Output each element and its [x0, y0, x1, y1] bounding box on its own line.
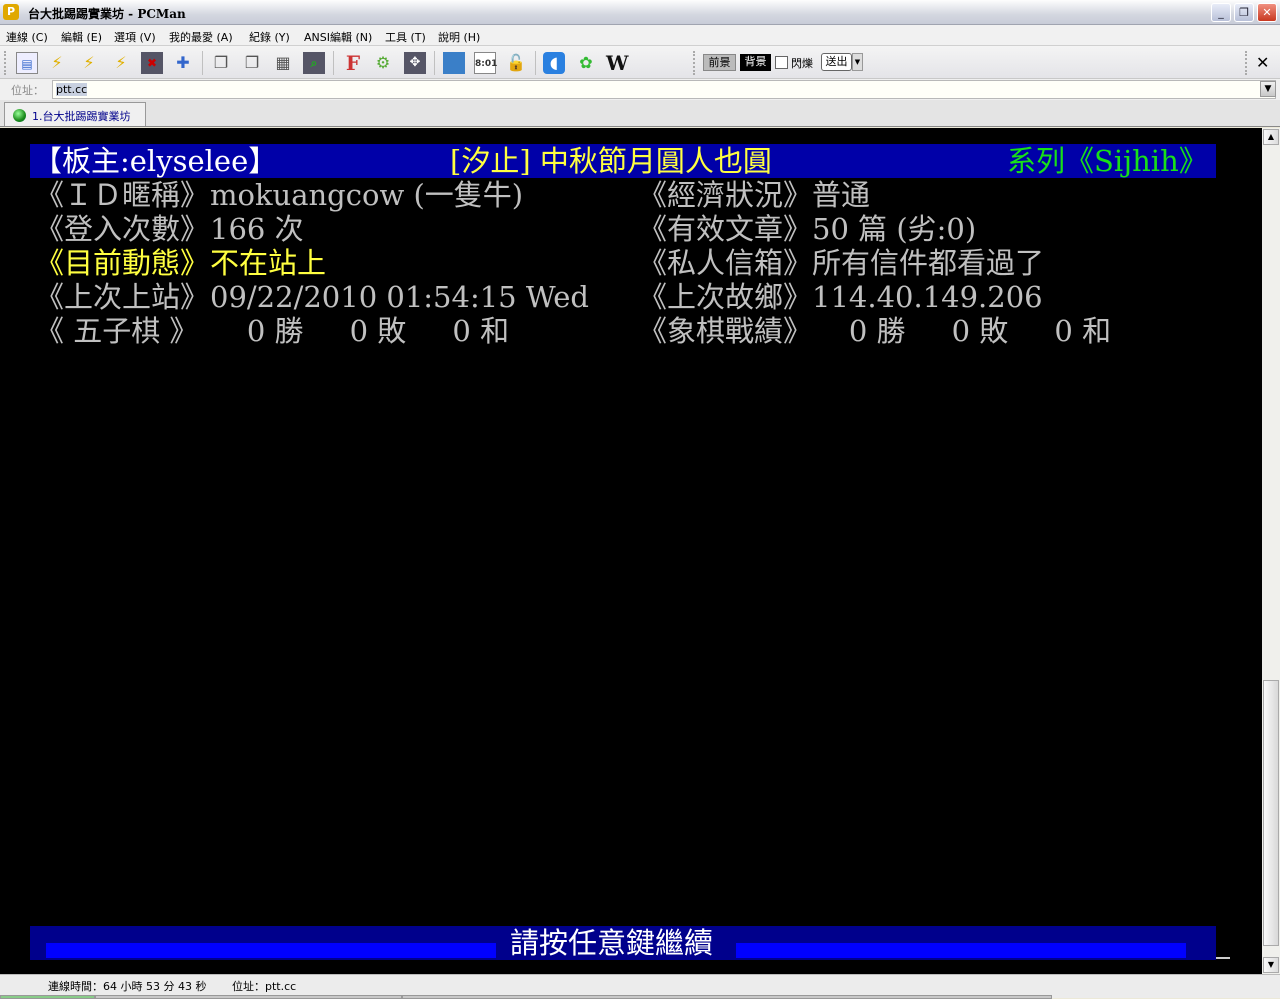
- row-value: 50 篇 (劣:0): [812, 212, 977, 246]
- close-connection-icon[interactable]: ✖: [141, 52, 163, 74]
- moderator-label: 【板主:elyselee】: [33, 144, 278, 178]
- row-value: 114.40.149.206: [812, 280, 1043, 314]
- toolbar-grip[interactable]: [1245, 51, 1247, 75]
- restore-button[interactable]: ❐: [1234, 3, 1254, 22]
- menu-log[interactable]: 紀錄 (Y): [249, 29, 290, 45]
- status-panel: [95, 995, 402, 999]
- search-icon[interactable]: ⌕: [303, 52, 325, 74]
- row-label: 《有效文章》: [638, 212, 813, 246]
- send-button[interactable]: 送出: [821, 53, 852, 71]
- address-input[interactable]: ptt.cc: [52, 80, 1276, 99]
- row-value: 0 勝 0 敗 0 和: [210, 314, 510, 348]
- paste-icon[interactable]: ▦: [272, 52, 294, 74]
- blink-label: 閃爍: [791, 57, 813, 70]
- font-icon[interactable]: F: [342, 52, 364, 74]
- row-label: 《上次故鄉》: [638, 280, 813, 314]
- scroll-up-icon[interactable]: ▲: [1263, 129, 1279, 145]
- status-panel: [0, 995, 95, 999]
- address-dropdown-icon[interactable]: ▼: [1260, 81, 1276, 97]
- clover-icon[interactable]: ✿: [575, 52, 597, 74]
- copy-icon[interactable]: ❐: [210, 52, 232, 74]
- connect-icon[interactable]: ⚡: [46, 52, 68, 74]
- row-label: 《目前動態》: [35, 246, 210, 280]
- row-label: 《經濟狀況》: [638, 178, 813, 212]
- footer-right-bar: [736, 943, 1186, 958]
- menu-help[interactable]: 說明 (H): [438, 29, 480, 45]
- tab-label: 1.台大批踢踢實業坊: [32, 110, 131, 123]
- row-value: 0 勝 0 敗 0 和: [812, 314, 1112, 348]
- window-title: 台大批踢踢實業坊 - PCMan: [28, 7, 186, 21]
- minimize-button[interactable]: _: [1211, 3, 1231, 22]
- menu-bar: 連線 (C) 編輯 (E) 選項 (V) 我的最愛 (A) 紀錄 (Y) ANS…: [0, 25, 1280, 46]
- row-value: 普通: [812, 178, 871, 212]
- add-favorite-icon[interactable]: ✚: [172, 52, 194, 74]
- menu-connect[interactable]: 連線 (C): [6, 29, 48, 45]
- status-bar: 連線時間：64 小時 53 分 43 秒 位址：ptt.cc: [0, 974, 1280, 999]
- blink-checkbox[interactable]: [775, 56, 788, 69]
- ansi-code-icon[interactable]: 8:01: [474, 52, 497, 74]
- row-label: 《上次上站》: [35, 280, 210, 314]
- address-label: 位址：: [11, 84, 44, 97]
- row-label: 《私人信箱》: [638, 246, 813, 280]
- toolbar-grip[interactable]: [693, 51, 695, 75]
- close-tab-button[interactable]: ✕: [1256, 53, 1269, 72]
- title-bar: P 台大批踢踢實業坊 - PCMan _ ❐ ✕: [0, 0, 1280, 25]
- board-series: 系列《Sijhih》: [1007, 144, 1208, 178]
- copy-ansi-icon[interactable]: ❐: [241, 52, 263, 74]
- row-label: 《登入次數》: [35, 212, 210, 246]
- menu-tools[interactable]: 工具 (T): [385, 29, 426, 45]
- pcman-icon: P: [3, 4, 19, 20]
- row-value: 166 次: [210, 212, 304, 246]
- row-value: 所有信件都看過了: [812, 246, 1045, 280]
- menu-ansi-edit[interactable]: ANSI編輯 (N): [304, 29, 372, 45]
- row-value: 不在站上: [210, 246, 327, 280]
- menu-favorites[interactable]: 我的最愛 (A): [169, 29, 233, 45]
- send-dropdown-icon[interactable]: ▼: [852, 53, 863, 71]
- connection-time: 連線時間：64 小時 53 分 43 秒: [48, 980, 207, 993]
- menu-options[interactable]: 選項 (V): [114, 29, 156, 45]
- connected-status-icon: [13, 109, 26, 122]
- menu-edit[interactable]: 編輯 (E): [61, 29, 102, 45]
- reconnect-icon[interactable]: ⚡: [110, 52, 132, 74]
- view-icon[interactable]: [443, 52, 465, 74]
- pcman-home-icon[interactable]: ◖: [543, 52, 565, 74]
- row-label: 《ＩＤ暱稱》: [35, 178, 210, 212]
- foreground-color-button[interactable]: 前景: [703, 54, 736, 71]
- board-title: [汐止] 中秋節月圓人也圓: [450, 144, 772, 178]
- press-any-key-prompt: 請按任意鍵繼續: [510, 926, 714, 960]
- scroll-down-icon[interactable]: ▼: [1263, 957, 1279, 973]
- tab-ptt[interactable]: 1.台大批踢踢實業坊: [4, 102, 146, 126]
- background-color-button[interactable]: 背景: [740, 54, 771, 71]
- row-value: mokuangcow (一隻牛): [210, 178, 524, 212]
- tab-bar: 1.台大批踢踢實業坊: [0, 100, 1280, 127]
- vertical-scrollbar[interactable]: ▲ ▼: [1262, 128, 1280, 974]
- disconnect-icon[interactable]: ⚡: [78, 52, 100, 74]
- address-value[interactable]: ptt.cc: [56, 83, 88, 96]
- lock-icon[interactable]: 🔓: [505, 52, 527, 74]
- settings-gear-icon[interactable]: ⚙: [372, 52, 394, 74]
- address-bar: 位址： ptt.cc ▼: [0, 79, 1280, 100]
- fullscreen-icon[interactable]: ✥: [404, 52, 426, 74]
- row-value: 09/22/2010 01:54:15 Wed: [210, 280, 589, 314]
- site-list-icon[interactable]: ▤: [16, 52, 38, 74]
- scroll-thumb[interactable]: [1263, 680, 1279, 946]
- row-label: 《 五子棋 》: [35, 314, 199, 348]
- toolbar: ▤ ⚡ ⚡ ⚡ ✖ ✚ ❐ ❐ ▦ ⌕ F ⚙ ✥ 8:01 🔓 ◖ ✿ W 前…: [0, 46, 1280, 79]
- toolbar-grip[interactable]: [4, 51, 6, 75]
- row-label: 《象棋戰績》: [638, 314, 813, 348]
- footer-left-bar: [46, 943, 496, 958]
- status-panel: [402, 995, 1052, 999]
- wikipedia-icon[interactable]: W: [606, 52, 628, 74]
- terminal-screen[interactable]: 【板主:elyselee】 [汐止] 中秋節月圓人也圓 系列《Sijhih》 《…: [0, 128, 1262, 974]
- status-address: 位址：ptt.cc: [232, 980, 297, 993]
- terminal-cursor: [1216, 957, 1230, 959]
- close-window-button[interactable]: ✕: [1257, 3, 1277, 22]
